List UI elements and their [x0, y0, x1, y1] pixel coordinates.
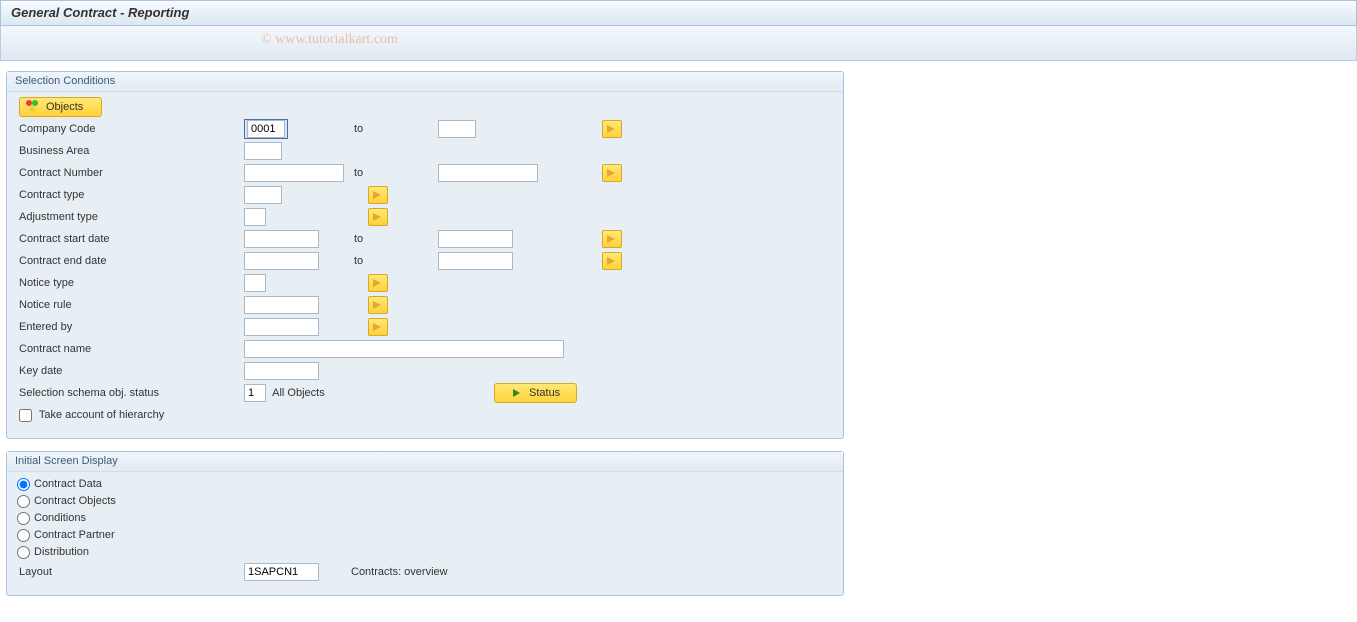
company-code-to[interactable] [438, 120, 476, 138]
selection-conditions-title: Selection Conditions [7, 72, 843, 92]
notice-type-from[interactable] [244, 274, 266, 292]
entered-by-label: Entered by [17, 316, 242, 338]
adjustment-type-from[interactable] [244, 208, 266, 226]
contract-start-to[interactable] [438, 230, 513, 248]
sel-schema-desc: All Objects [272, 387, 325, 399]
contract-number-to[interactable] [438, 164, 538, 182]
status-icon [511, 387, 523, 399]
contract-end-to[interactable] [438, 252, 513, 270]
contract-type-multi-button[interactable] [368, 186, 388, 204]
sel-schema-field[interactable] [244, 384, 266, 402]
notice-type-label: Notice type [17, 272, 242, 294]
radio-conditions-label[interactable]: Conditions [17, 512, 86, 524]
objects-icon [24, 98, 40, 117]
notice-rule-label: Notice rule [17, 294, 242, 316]
radio-contract-data[interactable] [17, 478, 30, 491]
layout-label: Layout [17, 561, 242, 583]
notice-rule-multi-button[interactable] [368, 296, 388, 314]
hierarchy-label[interactable]: Take account of hierarchy [19, 409, 164, 421]
company-code-label: Company Code [17, 118, 242, 140]
contract-end-to-label: to [346, 250, 436, 272]
contract-type-label: Contract type [17, 184, 242, 206]
contract-name-label: Contract name [17, 338, 242, 360]
contract-type-from[interactable] [244, 186, 282, 204]
page-title: General Contract - Reporting [11, 5, 189, 20]
radio-contract-data-label[interactable]: Contract Data [17, 478, 102, 490]
key-date-label: Key date [17, 360, 242, 382]
initial-display-title: Initial Screen Display [7, 452, 843, 472]
business-area-from[interactable] [244, 142, 282, 160]
key-date-field[interactable] [244, 362, 319, 380]
contract-start-multi-button[interactable] [602, 230, 622, 248]
notice-type-multi-button[interactable] [368, 274, 388, 292]
objects-button-label: Objects [46, 101, 83, 113]
layout-desc: Contracts: overview [321, 561, 450, 583]
hierarchy-text: Take account of hierarchy [39, 409, 164, 421]
watermark: © www.tutorialkart.com [261, 32, 398, 48]
radio-contract-objects-label[interactable]: Contract Objects [17, 495, 116, 507]
radio-distribution-label[interactable]: Distribution [17, 546, 89, 558]
selection-conditions-group: Selection Conditions Objects [6, 71, 844, 439]
contract-number-multi-button[interactable] [602, 164, 622, 182]
hierarchy-checkbox[interactable] [19, 409, 32, 422]
contract-start-to-label: to [346, 228, 436, 250]
status-button[interactable]: Status [494, 383, 577, 403]
layout-field[interactable] [244, 563, 319, 581]
adjustment-type-multi-button[interactable] [368, 208, 388, 226]
initial-display-group: Initial Screen Display Contract Data Con… [6, 451, 844, 596]
sel-schema-label: Selection schema obj. status [17, 382, 242, 404]
contract-end-multi-button[interactable] [602, 252, 622, 270]
radio-contract-partner[interactable] [17, 529, 30, 542]
contract-start-label: Contract start date [17, 228, 242, 250]
objects-button[interactable]: Objects [19, 97, 102, 117]
business-area-label: Business Area [17, 140, 242, 162]
company-code-multi-button[interactable] [602, 120, 622, 138]
radio-conditions[interactable] [17, 512, 30, 525]
company-code-from[interactable] [247, 120, 285, 138]
entered-by-from[interactable] [244, 318, 319, 336]
radio-contract-partner-label[interactable]: Contract Partner [17, 529, 115, 541]
status-button-label: Status [529, 387, 560, 399]
contract-name-field[interactable] [244, 340, 564, 358]
entered-by-multi-button[interactable] [368, 318, 388, 336]
contract-number-to-label: to [346, 162, 436, 184]
adjustment-type-label: Adjustment type [17, 206, 242, 228]
contract-number-label: Contract Number [17, 162, 242, 184]
content-area: Selection Conditions Objects [0, 61, 1357, 618]
contract-start-from[interactable] [244, 230, 319, 248]
contract-end-label: Contract end date [17, 250, 242, 272]
contract-number-from[interactable] [244, 164, 344, 182]
page-title-bar: General Contract - Reporting [0, 0, 1357, 26]
toolbar: © www.tutorialkart.com [0, 26, 1357, 61]
radio-distribution[interactable] [17, 546, 30, 559]
notice-rule-from[interactable] [244, 296, 319, 314]
company-code-to-label: to [346, 118, 436, 140]
contract-end-from[interactable] [244, 252, 319, 270]
radio-contract-objects[interactable] [17, 495, 30, 508]
